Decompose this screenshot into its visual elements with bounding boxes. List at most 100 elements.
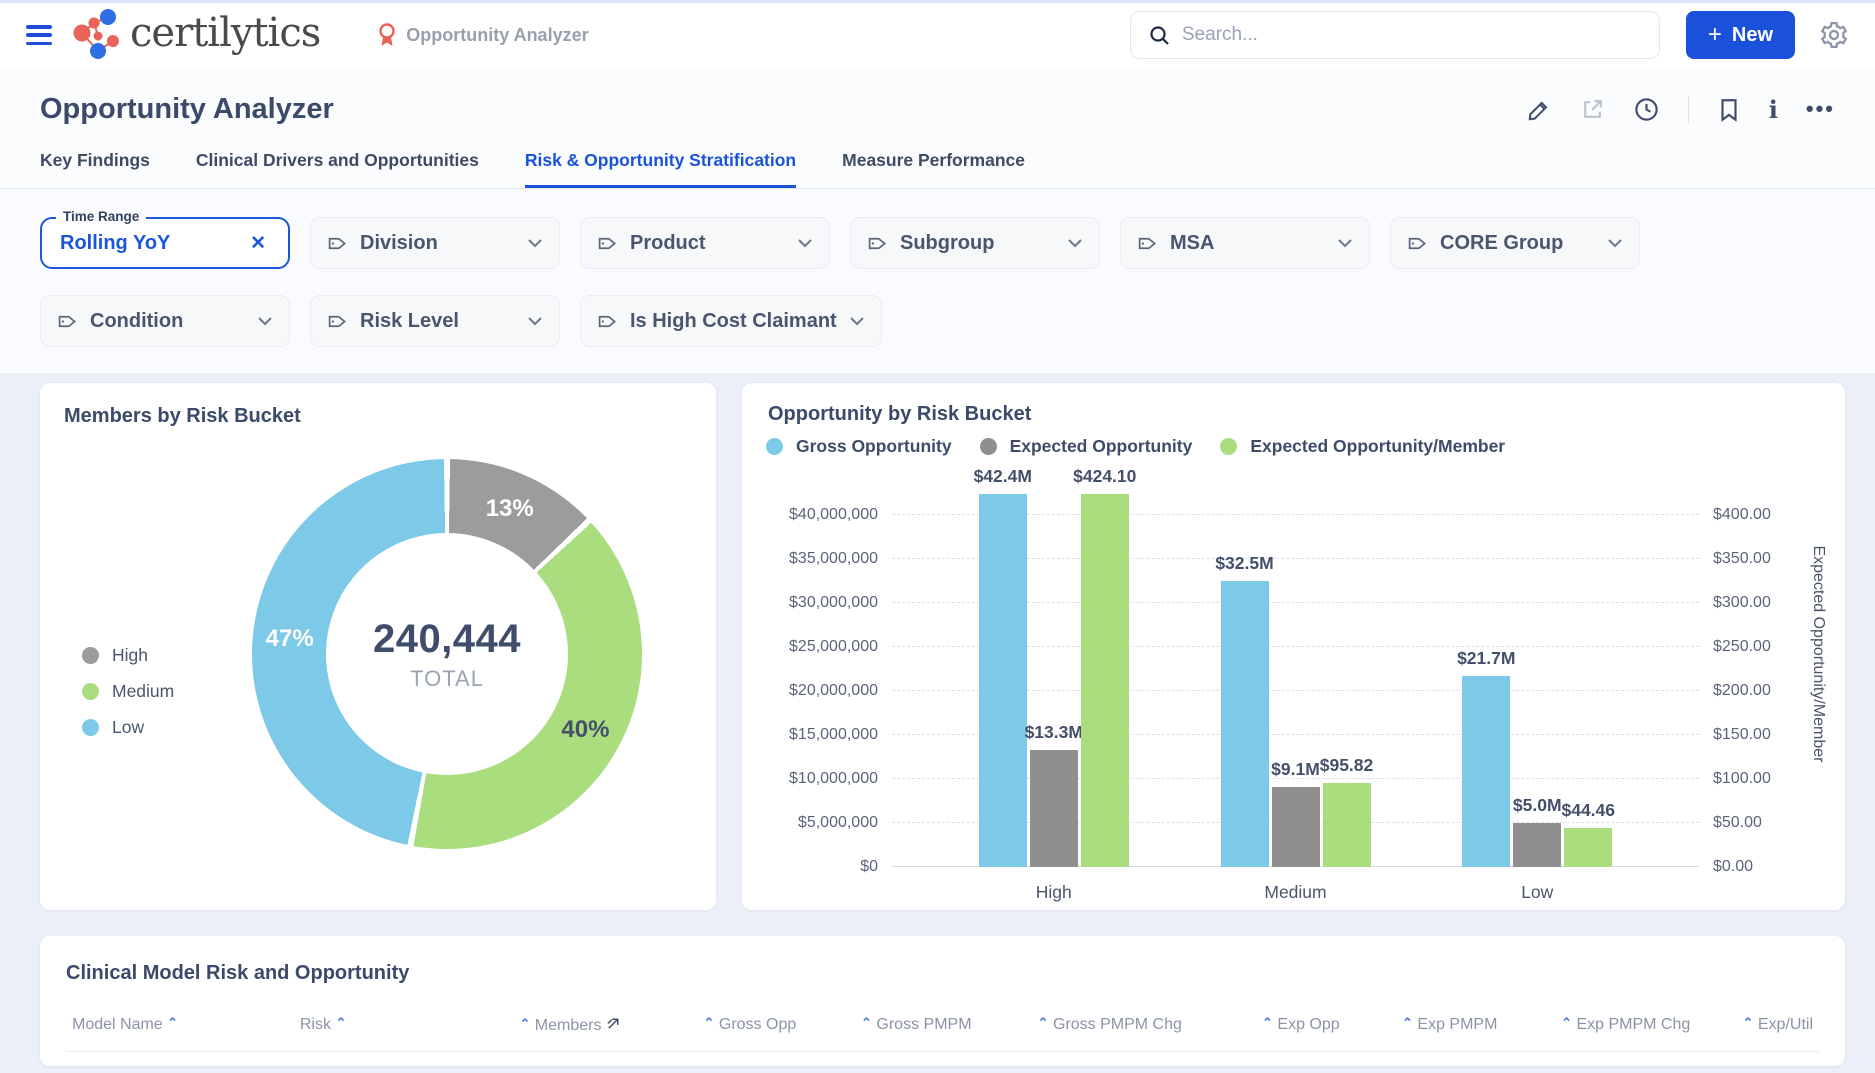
bookmark-icon[interactable] (1717, 97, 1741, 123)
new-button[interactable]: + New (1686, 11, 1795, 59)
bar-value-label: $42.4M (974, 466, 1032, 487)
history-icon[interactable] (1633, 96, 1660, 123)
filter-chip-core-group[interactable]: CORE Group (1390, 217, 1640, 269)
donut-chart-title: Members by Risk Bucket (64, 405, 692, 428)
legend-label: Medium (112, 681, 174, 702)
column-header-label: Risk (300, 1016, 331, 1033)
bar-value-label: $424.10 (1073, 466, 1136, 487)
bar-expected-opportunity-member[interactable]: $44.46 (1564, 828, 1612, 867)
column-header-exp-opp[interactable]: ⌃ Exp Opp (1188, 1007, 1346, 1052)
left-axis: $40,000,000$35,000,000$30,000,000$25,000… (764, 479, 892, 867)
tab-measure-performance[interactable]: Measure Performance (842, 150, 1025, 188)
column-header-exp-pmpm-chg[interactable]: ⌃ Exp PMPM Chg (1503, 1007, 1696, 1052)
bar-expected-opportunity-member[interactable]: $424.10 (1081, 494, 1129, 867)
filter-chip-msa[interactable]: MSA (1120, 217, 1370, 269)
bar-expected-opportunity[interactable]: $9.1M (1272, 787, 1320, 867)
filter-time-range-value: Rolling YoY (60, 232, 170, 255)
bar-value-label: $32.5M (1215, 553, 1273, 574)
bar-value-label: $95.82 (1320, 755, 1374, 776)
bar-expected-opportunity[interactable]: $13.3M (1030, 750, 1078, 867)
column-header-members[interactable]: ⌃ Members (452, 1007, 627, 1052)
award-icon (376, 22, 398, 48)
filter-chip-label: Subgroup (900, 232, 994, 255)
info-icon[interactable]: i (1769, 98, 1778, 122)
filter-chip-risk-level[interactable]: Risk Level (310, 295, 560, 347)
filter-chip-product[interactable]: Product (580, 217, 830, 269)
legend-item-gross-opportunity: Gross Opportunity (766, 436, 952, 457)
column-header-label: Exp PMPM (1417, 1016, 1497, 1033)
tag-icon (867, 233, 888, 254)
chevron-down-icon (1607, 238, 1623, 248)
column-header-exp-pmpm[interactable]: ⌃ Exp PMPM (1346, 1007, 1504, 1052)
left-axis-tick: $0 (860, 858, 878, 876)
left-axis-tick: $35,000,000 (789, 550, 878, 568)
column-header-gross-opp[interactable]: ⌃ Gross Opp (627, 1007, 802, 1052)
cell-exp-pmpm: $2.34 (1346, 1052, 1504, 1067)
brand-logo[interactable]: certilytics (72, 8, 320, 62)
search-icon (1149, 25, 1170, 46)
top-bar: certilytics Opportunity Analyzer + New (0, 0, 1875, 67)
legend-dot-icon (766, 438, 783, 455)
bar-value-label: $44.46 (1561, 800, 1615, 821)
column-header-label: Exp PMPM Chg (1576, 1016, 1690, 1033)
legend-dot-icon (980, 438, 997, 455)
bar-expected-opportunity[interactable]: $5.0M (1513, 823, 1561, 867)
column-header-gross-pmpm[interactable]: ⌃ Gross PMPM (802, 1007, 977, 1052)
column-header-exp-util[interactable]: ⌃ Exp/Util (1696, 1007, 1819, 1052)
column-header-label: Gross Opp (719, 1016, 796, 1033)
clinical-model-table-card: Clinical Model Risk and Opportunity Mode… (40, 936, 1845, 1066)
tab-clinical-drivers-and-opportunities[interactable]: Clinical Drivers and Opportunities (196, 150, 479, 188)
external-link-icon[interactable] (1580, 97, 1605, 122)
column-header-gross-pmpm-chg[interactable]: ⌃ Gross PMPM Chg (978, 1007, 1188, 1052)
donut-total-label: TOTAL (410, 666, 484, 692)
bar-gross-opportunity[interactable]: $21.7M (1462, 676, 1510, 867)
filter-time-range[interactable]: Time Range Rolling YoY ✕ (40, 217, 290, 269)
filter-chip-condition[interactable]: Condition (40, 295, 290, 347)
filter-chip-subgroup[interactable]: Subgroup (850, 217, 1100, 269)
bar-chart-title: Opportunity by Risk Bucket (768, 403, 1829, 426)
bar-expected-opportunity-member[interactable]: $95.82 (1323, 783, 1371, 867)
legend-item-medium: Medium (82, 681, 174, 702)
bar-gross-opportunity[interactable]: $32.5M (1221, 581, 1269, 867)
filter-chip-division[interactable]: Division (310, 217, 560, 269)
column-header-label: Members (535, 1017, 602, 1034)
column-header-model-name[interactable]: Model Name ⌃ (66, 1007, 294, 1052)
page-title: Opportunity Analyzer (40, 93, 334, 126)
right-axis-tick: $0.00 (1713, 858, 1753, 876)
tag-icon (57, 311, 78, 332)
cell-exp-opp: $4,710,929 (1188, 1052, 1346, 1067)
donut-slice-label: 47% (266, 625, 314, 653)
legend-item-expected-opportunity-member: Expected Opportunity/Member (1220, 436, 1505, 457)
filter-chip-is-high-cost-claimant[interactable]: Is High Cost Claimant (580, 295, 882, 347)
bar-gross-opportunity[interactable]: $42.4M (979, 494, 1027, 867)
right-axis-tick: $300.00 (1713, 594, 1771, 612)
divider (1688, 96, 1689, 124)
right-axis-tick: $400.00 (1713, 506, 1771, 524)
table-row[interactable]: Low Back SurgeryHigh9,777$14,935,052$7.4… (66, 1052, 1819, 1067)
donut-legend: HighMediumLow (82, 645, 174, 738)
search-input[interactable] (1182, 24, 1641, 46)
filter-chip-label: Division (360, 232, 438, 255)
ellipsis-icon[interactable]: ••• (1806, 105, 1835, 114)
filter-chip-label: CORE Group (1440, 232, 1563, 255)
sort-caret-icon: ⌃ (704, 1015, 715, 1030)
legend-item-low: Low (82, 717, 174, 738)
hamburger-menu-icon[interactable] (26, 25, 52, 45)
breadcrumb-label: Opportunity Analyzer (406, 25, 588, 46)
legend-label: Low (112, 717, 144, 738)
tab-key-findings[interactable]: Key Findings (40, 150, 150, 188)
edit-icon[interactable] (1526, 97, 1552, 123)
close-icon[interactable]: ✕ (246, 228, 270, 259)
cell-gross-pmpm: $7.40 (802, 1052, 977, 1067)
tag-icon (1407, 233, 1428, 254)
right-axis-tick: $200.00 (1713, 682, 1771, 700)
donut-chart[interactable]: 240,444 TOTAL 13%40%47% (252, 459, 642, 849)
left-axis-tick: $30,000,000 (789, 594, 878, 612)
left-axis-tick: $5,000,000 (798, 814, 878, 832)
tab-risk-opportunity-stratification[interactable]: Risk & Opportunity Stratification (525, 150, 796, 188)
search-box[interactable] (1130, 11, 1660, 59)
gear-icon[interactable] (1819, 20, 1849, 50)
filter-chip-label: Is High Cost Claimant (630, 310, 837, 333)
column-header-risk[interactable]: Risk ⌃ (294, 1007, 452, 1052)
breadcrumb[interactable]: Opportunity Analyzer (376, 22, 588, 48)
